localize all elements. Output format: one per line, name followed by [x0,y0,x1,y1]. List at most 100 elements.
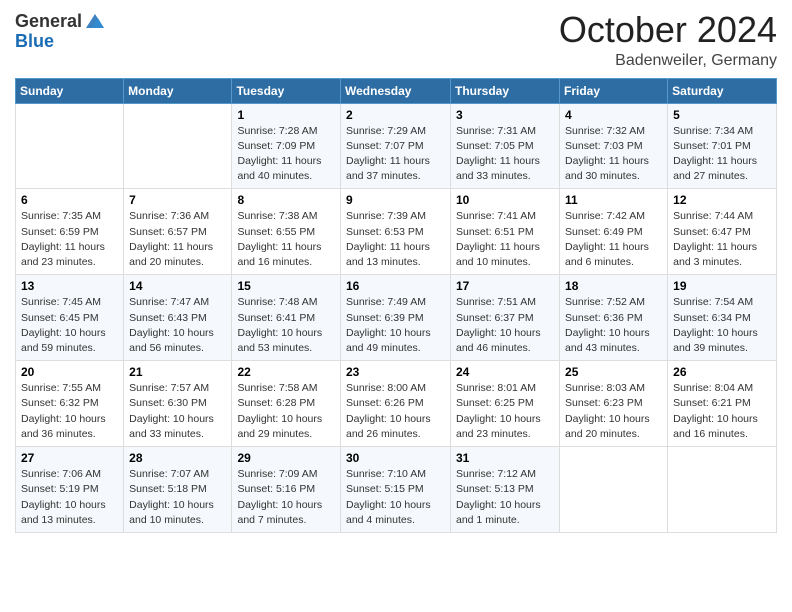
day-info: Sunrise: 7:49 AMSunset: 6:39 PMDaylight:… [346,295,445,356]
day-info: Sunrise: 7:06 AMSunset: 5:19 PMDaylight:… [21,467,118,528]
day-info: Sunrise: 7:45 AMSunset: 6:45 PMDaylight:… [21,295,118,356]
calendar-day-23: 23 Sunrise: 8:00 AMSunset: 6:26 PMDayligh… [341,361,451,447]
calendar-day-13: 13Sunrise: 7:45 AMSunset: 6:45 PMDayligh… [16,275,124,361]
logo-blue-text: Blue [15,32,54,50]
calendar-day-19: 19Sunrise: 7:54 AMSunset: 6:34 PMDayligh… [668,275,777,361]
day-info: Sunrise: 7:42 AMSunset: 6:49 PMDaylight:… [565,209,662,270]
weekday-header-saturday: Saturday [668,78,777,103]
calendar-day-24: 24 Sunrise: 8:01 AMSunset: 6:25 PMDayligh… [451,361,560,447]
calendar-table: SundayMondayTuesdayWednesdayThursdayFrid… [15,78,777,533]
month-title: October 2024 [559,10,777,50]
day-info: Sunrise: 7:31 AMSunset: 7:05 PMDaylight:… [456,124,554,185]
calendar-day-1: 1 Sunrise: 7:28 AMSunset: 7:09 PMDaylight… [232,103,341,189]
calendar-day-7: 7 Sunrise: 7:36 AMSunset: 6:57 PMDaylight… [124,189,232,275]
logo: General Blue [15,10,106,50]
calendar-week-row: 20 Sunrise: 7:55 AMSunset: 6:32 PMDayligh… [16,361,777,447]
day-number: 9 [346,193,445,207]
day-info: Sunrise: 7:10 AMSunset: 5:15 PMDaylight:… [346,467,445,528]
day-info: Sunrise: 8:04 AMSunset: 6:21 PMDaylight:… [673,381,771,442]
calendar-day-18: 18 Sunrise: 7:52 AMSunset: 6:36 PMDayligh… [560,275,668,361]
calendar-day-15: 15 Sunrise: 7:48 AMSunset: 6:41 PMDayligh… [232,275,341,361]
day-info: Sunrise: 8:00 AMSunset: 6:26 PMDaylight:… [346,381,445,442]
weekday-header-sunday: Sunday [16,78,124,103]
day-number: 4 [565,108,662,122]
calendar-day-2: 2 Sunrise: 7:29 AMSunset: 7:07 PMDaylight… [341,103,451,189]
day-number: 10 [456,193,554,207]
calendar-week-row: 27Sunrise: 7:06 AMSunset: 5:19 PMDayligh… [16,447,777,533]
day-info: Sunrise: 7:51 AMSunset: 6:37 PMDaylight:… [456,295,554,356]
day-number: 29 [237,451,335,465]
logo-icon [84,10,106,32]
calendar-day-29: 29Sunrise: 7:09 AMSunset: 5:16 PMDayligh… [232,447,341,533]
weekday-header-tuesday: Tuesday [232,78,341,103]
day-info: Sunrise: 7:54 AMSunset: 6:34 PMDaylight:… [673,295,771,356]
day-number: 7 [129,193,226,207]
weekday-header-monday: Monday [124,78,232,103]
calendar-day-10: 10 Sunrise: 7:41 AMSunset: 6:51 PMDayligh… [451,189,560,275]
day-number: 14 [129,279,226,293]
calendar-day-5: 5 Sunrise: 7:34 AMSunset: 7:01 PMDaylight… [668,103,777,189]
calendar-day-27: 27Sunrise: 7:06 AMSunset: 5:19 PMDayligh… [16,447,124,533]
day-number: 18 [565,279,662,293]
calendar-day-26: 26 Sunrise: 8:04 AMSunset: 6:21 PMDayligh… [668,361,777,447]
weekday-header-friday: Friday [560,78,668,103]
day-info: Sunrise: 7:12 AMSunset: 5:13 PMDaylight:… [456,467,554,528]
day-number: 24 [456,365,554,379]
calendar-week-row: 6 Sunrise: 7:35 AMSunset: 6:59 PMDaylight… [16,189,777,275]
day-number: 1 [237,108,335,122]
day-number: 30 [346,451,445,465]
calendar-day-21: 21Sunrise: 7:57 AMSunset: 6:30 PMDayligh… [124,361,232,447]
day-number: 22 [237,365,335,379]
title-block: October 2024 Badenweiler, Germany [559,10,777,70]
day-number: 12 [673,193,771,207]
header: General Blue October 2024 Badenweiler, G… [15,10,777,70]
weekday-header-row: SundayMondayTuesdayWednesdayThursdayFrid… [16,78,777,103]
day-info: Sunrise: 7:47 AMSunset: 6:43 PMDaylight:… [129,295,226,356]
day-info: Sunrise: 7:36 AMSunset: 6:57 PMDaylight:… [129,209,226,270]
day-info: Sunrise: 7:38 AMSunset: 6:55 PMDaylight:… [237,209,335,270]
calendar-empty-cell [16,103,124,189]
weekday-header-wednesday: Wednesday [341,78,451,103]
weekday-header-thursday: Thursday [451,78,560,103]
calendar-day-3: 3Sunrise: 7:31 AMSunset: 7:05 PMDaylight… [451,103,560,189]
day-number: 17 [456,279,554,293]
calendar-day-6: 6 Sunrise: 7:35 AMSunset: 6:59 PMDaylight… [16,189,124,275]
day-info: Sunrise: 7:28 AMSunset: 7:09 PMDaylight:… [237,124,335,185]
calendar-day-31: 31 Sunrise: 7:12 AMSunset: 5:13 PMDayligh… [451,447,560,533]
calendar-empty-cell [560,447,668,533]
day-number: 31 [456,451,554,465]
calendar-empty-cell [124,103,232,189]
day-number: 26 [673,365,771,379]
day-number: 23 [346,365,445,379]
day-info: Sunrise: 7:34 AMSunset: 7:01 PMDaylight:… [673,124,771,185]
calendar-day-25: 25Sunrise: 8:03 AMSunset: 6:23 PMDayligh… [560,361,668,447]
calendar-day-14: 14 Sunrise: 7:47 AMSunset: 6:43 PMDayligh… [124,275,232,361]
day-number: 11 [565,193,662,207]
day-info: Sunrise: 7:52 AMSunset: 6:36 PMDaylight:… [565,295,662,356]
day-info: Sunrise: 8:03 AMSunset: 6:23 PMDaylight:… [565,381,662,442]
day-info: Sunrise: 7:48 AMSunset: 6:41 PMDaylight:… [237,295,335,356]
day-number: 16 [346,279,445,293]
day-info: Sunrise: 7:58 AMSunset: 6:28 PMDaylight:… [237,381,335,442]
day-number: 8 [237,193,335,207]
calendar-day-28: 28 Sunrise: 7:07 AMSunset: 5:18 PMDayligh… [124,447,232,533]
day-info: Sunrise: 7:57 AMSunset: 6:30 PMDaylight:… [129,381,226,442]
day-info: Sunrise: 8:01 AMSunset: 6:25 PMDaylight:… [456,381,554,442]
calendar-day-22: 22 Sunrise: 7:58 AMSunset: 6:28 PMDayligh… [232,361,341,447]
day-number: 6 [21,193,118,207]
calendar-day-30: 30 Sunrise: 7:10 AMSunset: 5:15 PMDayligh… [341,447,451,533]
day-number: 28 [129,451,226,465]
day-info: Sunrise: 7:55 AMSunset: 6:32 PMDaylight:… [21,381,118,442]
day-info: Sunrise: 7:44 AMSunset: 6:47 PMDaylight:… [673,209,771,270]
day-info: Sunrise: 7:07 AMSunset: 5:18 PMDaylight:… [129,467,226,528]
calendar-day-11: 11 Sunrise: 7:42 AMSunset: 6:49 PMDayligh… [560,189,668,275]
day-number: 5 [673,108,771,122]
day-info: Sunrise: 7:29 AMSunset: 7:07 PMDaylight:… [346,124,445,185]
calendar-day-20: 20 Sunrise: 7:55 AMSunset: 6:32 PMDayligh… [16,361,124,447]
day-number: 20 [21,365,118,379]
day-info: Sunrise: 7:41 AMSunset: 6:51 PMDaylight:… [456,209,554,270]
day-info: Sunrise: 7:35 AMSunset: 6:59 PMDaylight:… [21,209,118,270]
day-number: 2 [346,108,445,122]
calendar-day-12: 12 Sunrise: 7:44 AMSunset: 6:47 PMDayligh… [668,189,777,275]
day-number: 15 [237,279,335,293]
